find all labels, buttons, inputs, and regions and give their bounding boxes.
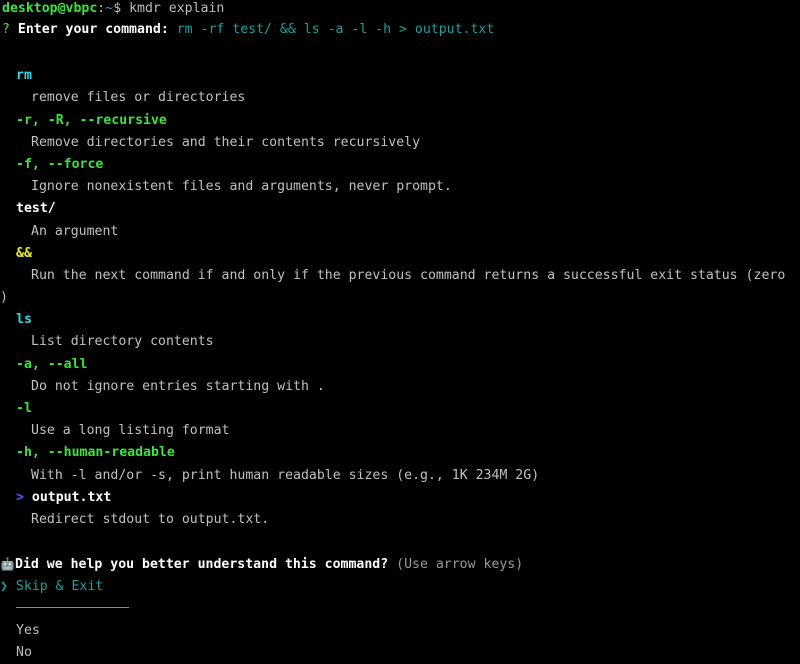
explain-desc-rm: remove files or directories — [0, 87, 800, 109]
explain-desc-ls: List directory contents — [0, 331, 800, 353]
token-text: -f, --force — [16, 156, 104, 172]
survey-question-line: 🤖Did we help you better understand this … — [0, 553, 800, 575]
explain-token-rm: rm — [0, 65, 800, 87]
token-text: -a, --all — [16, 356, 88, 372]
explain-desc-human-readable: With -l and/or -s, print human readable … — [0, 465, 800, 487]
selection-chevron-icon: ❯ — [0, 578, 8, 594]
token-text: -r, -R, --recursive — [16, 112, 167, 128]
survey-separator — [0, 598, 800, 620]
description-text-wrapped: ) — [0, 290, 8, 306]
survey-option-yes[interactable]: Yes — [0, 620, 800, 642]
description-text: remove files or directories — [31, 90, 246, 106]
token-text: ls — [16, 312, 32, 328]
explain-token-redirect: > output.txt — [0, 487, 800, 509]
description-text: Use a long listing format — [31, 423, 230, 439]
explain-desc-all: Do not ignore entries starting with . — [0, 376, 800, 398]
survey-option-label: Yes — [16, 622, 40, 638]
survey-option-label: No — [16, 645, 32, 661]
explain-desc-and-operator: Run the next command if and only if the … — [0, 265, 800, 287]
terminal-window: desktop@vbpc:~$ kmdr explain ? Enter you… — [0, 0, 800, 660]
typed-command: kmdr explain — [129, 1, 225, 16]
description-text: Remove directories and their contents re… — [31, 134, 421, 150]
explain-token-ls: ls — [0, 309, 800, 331]
explain-desc-argument: An argument — [0, 221, 800, 243]
description-text: Run the next command if and only if the … — [31, 267, 786, 283]
query-marker: ? — [2, 22, 10, 37]
prompt-path: ~ — [105, 1, 114, 16]
description-text: An argument — [31, 223, 119, 239]
explain-token-recursive: -r, -R, --recursive — [0, 110, 800, 132]
token-text: && — [16, 245, 32, 261]
survey-option-label: Skip & Exit — [15, 578, 104, 594]
query-label: Enter your command: — [17, 22, 169, 37]
prompt-user-host: desktop@vbpc — [2, 1, 98, 16]
explain-desc-force: Ignore nonexistent files and arguments, … — [0, 176, 800, 198]
explain-token-argument: test/ — [0, 198, 800, 220]
explain-token-human-readable: -h, --human-readable — [0, 442, 800, 464]
token-text: -h, --human-readable — [16, 445, 175, 461]
survey-hint: (Use arrow keys) — [396, 557, 524, 573]
redirect-operator-icon: > — [16, 489, 24, 505]
survey-option-skip-and-exit[interactable]: ❯ Skip & Exit — [0, 576, 800, 598]
token-text: rm — [16, 68, 32, 84]
shell-prompt-line: desktop@vbpc:~$ kmdr explain — [0, 0, 800, 17]
explain-desc-recursive: Remove directories and their contents re… — [0, 132, 800, 154]
explain-desc-and-operator-wrap: ) — [0, 287, 800, 309]
query-line: ? Enter your command: rm -rf test/ && ls… — [0, 17, 800, 43]
query-command-value: rm -rf test/ && ls -a -l -h > output.txt — [176, 22, 495, 37]
description-text: With -l and/or -s, print human readable … — [31, 467, 540, 483]
explain-token-long: -l — [0, 398, 800, 420]
explain-token-force: -f, --force — [0, 154, 800, 176]
survey-option-no[interactable]: No — [0, 642, 800, 664]
token-text: test/ — [16, 201, 56, 217]
robot-icon: 🤖 — [0, 557, 15, 572]
description-text: List directory contents — [31, 334, 214, 350]
token-text: -l — [16, 401, 32, 416]
description-text: Ignore nonexistent files and arguments, … — [31, 179, 452, 195]
prompt-dollar: $ — [113, 1, 122, 16]
token-text: output.txt — [31, 489, 112, 505]
description-text: Do not ignore entries starting with . — [31, 378, 325, 394]
explain-desc-redirect: Redirect stdout to output.txt. — [0, 509, 800, 531]
description-text: Redirect stdout to output.txt. — [31, 511, 270, 527]
explain-token-all: -a, --all — [0, 354, 800, 376]
explain-desc-long: Use a long listing format — [0, 420, 800, 442]
survey-question: Did we help you better understand this c… — [15, 557, 389, 573]
explain-token-and-operator: && — [0, 243, 800, 265]
